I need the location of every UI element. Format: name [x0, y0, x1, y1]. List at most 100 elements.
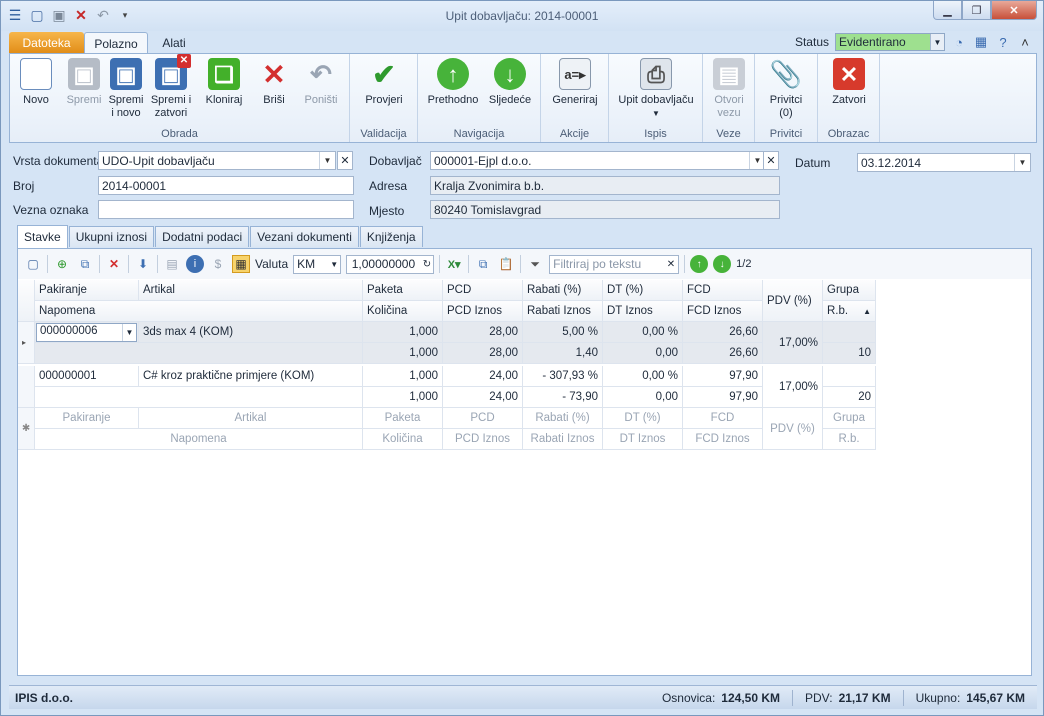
info-icon[interactable]: i — [186, 255, 204, 273]
generiraj-button[interactable]: a=▸ Generiraj — [549, 58, 601, 107]
filter-input[interactable]: Filtriraj po tekstu ✕ — [549, 254, 680, 274]
copy-row-icon[interactable]: ⧉ — [76, 255, 94, 273]
copy-icon[interactable]: ⧉ — [474, 255, 492, 273]
valuta-select[interactable]: KM ▼ — [293, 254, 342, 274]
status-select[interactable]: Evidentirano ▼ — [835, 33, 945, 51]
col-napomena[interactable]: Napomena — [35, 301, 363, 322]
row2-pcd-iznos[interactable]: 24,00 — [443, 387, 523, 408]
row1-napomena[interactable] — [35, 343, 363, 364]
delete-row-icon[interactable]: ✕ — [105, 255, 123, 273]
calculator-icon[interactable]: ▦ — [973, 34, 989, 50]
new-row-fcd-iznos[interactable]: FCD Iznos — [683, 429, 763, 450]
col-rabati-iznos[interactable]: Rabati Iznos — [523, 301, 603, 322]
new-row-pcd-iznos[interactable]: PCD Iznos — [443, 429, 523, 450]
col-pakiranje[interactable]: Pakiranje — [35, 280, 139, 301]
row1-dt[interactable]: 0,00 % — [603, 322, 683, 343]
tab-alati[interactable]: Alati — [148, 32, 200, 54]
chevron-down-icon[interactable]: ▼ — [122, 323, 136, 341]
pakiranje-editor[interactable]: 000000006 ▼ — [36, 322, 137, 342]
row1-fcd-iznos[interactable]: 26,60 — [683, 343, 763, 364]
maximize-button[interactable]: ❐ — [962, 1, 991, 20]
minimize-button[interactable]: ▁ — [933, 1, 962, 20]
filter-icon[interactable]: ⏷ — [526, 255, 544, 273]
row1-pcd-iznos[interactable]: 28,00 — [443, 343, 523, 364]
new-row-rabati-iznos[interactable]: Rabati Iznos — [523, 429, 603, 450]
row2-fcd-iznos[interactable]: 97,90 — [683, 387, 763, 408]
new-row-artikal[interactable]: Artikal — [139, 408, 363, 429]
new-row-fcd[interactable]: FCD — [683, 408, 763, 429]
row1-rabati-iznos[interactable]: 1,40 — [523, 343, 603, 364]
row1-artikal[interactable]: 3ds max 4 (KOM) — [139, 322, 363, 343]
new-row-dt-iznos[interactable]: DT Iznos — [603, 429, 683, 450]
new-row-pcd[interactable]: PCD — [443, 408, 523, 429]
row2-rabati[interactable]: - 307,93 % — [523, 366, 603, 387]
new-row-dt[interactable]: DT (%) — [603, 408, 683, 429]
row1-rb[interactable]: 10 — [823, 343, 876, 364]
clear-vrsta-icon[interactable]: ✕ — [337, 151, 353, 170]
col-dt-iznos[interactable]: DT Iznos — [603, 301, 683, 322]
row1-paketa[interactable]: 1,000 — [363, 322, 443, 343]
col-rabati[interactable]: Rabati (%) — [523, 280, 603, 301]
row2-rabati-iznos[interactable]: - 73,90 — [523, 387, 603, 408]
spremi-i-zatvori-button[interactable]: ▣ ✕ Spremi i zatvori — [150, 54, 192, 120]
col-artikal[interactable]: Artikal — [139, 280, 363, 301]
chevron-down-icon[interactable]: ▼ — [319, 152, 335, 169]
tab-knjizenja[interactable]: Knjiženja — [359, 226, 423, 247]
chevron-down-icon[interactable]: ▼ — [1014, 154, 1030, 171]
row-indicator[interactable] — [18, 366, 35, 408]
col-fcd-iznos[interactable]: FCD Iznos — [683, 301, 763, 322]
add-row-icon[interactable]: ⊕ — [53, 255, 71, 273]
collapse-ribbon-icon[interactable]: ˄ — [1017, 34, 1033, 50]
sljedece-button[interactable]: ↓ Sljedeće — [486, 58, 534, 107]
ponisti-button[interactable]: ↶ Poništi — [300, 58, 342, 107]
row2-rb[interactable]: 20 — [823, 387, 876, 408]
otvori-vezu-button[interactable]: ▤ Otvori vezu — [709, 58, 749, 120]
datum-field[interactable]: 03.12.2014 ▼ — [857, 153, 1031, 172]
row1-dt-iznos[interactable]: 0,00 — [603, 343, 683, 364]
row2-grupa[interactable] — [823, 366, 876, 387]
spremi-button[interactable]: ▣ Spremi — [64, 58, 104, 107]
new-row-pakiranje[interactable]: Pakiranje — [35, 408, 139, 429]
arrow-up-icon[interactable]: ↑ — [690, 255, 709, 273]
col-fcd[interactable]: FCD — [683, 280, 763, 301]
col-pdv[interactable]: PDV (%) — [763, 280, 823, 322]
row1-grupa[interactable] — [823, 322, 876, 343]
new-row-asterisk-icon[interactable]: ✱ — [18, 408, 35, 450]
row2-dt-iznos[interactable]: 0,00 — [603, 387, 683, 408]
col-rb[interactable]: R.b. ▲ — [823, 301, 876, 322]
clear-dobavljac-icon[interactable]: ✕ — [763, 151, 779, 170]
row1-kolicina[interactable]: 1,000 — [363, 343, 443, 364]
row2-fcd[interactable]: 97,90 — [683, 366, 763, 387]
spremi-i-novo-button[interactable]: ▣ Spremi i novo — [106, 58, 146, 120]
chevron-down-icon[interactable]: ▼ — [930, 34, 944, 50]
provjeri-button[interactable]: ✔ Provjeri — [362, 58, 406, 107]
arrow-down-icon[interactable]: ↓ — [713, 255, 732, 273]
row1-rabati[interactable]: 5,00 % — [523, 322, 603, 343]
col-pcd[interactable]: PCD — [443, 280, 523, 301]
col-dt[interactable]: DT (%) — [603, 280, 683, 301]
row2-artikal[interactable]: C# kroz praktične primjere (KOM) — [139, 366, 363, 387]
col-pcd-iznos[interactable]: PCD Iznos — [443, 301, 523, 322]
new-row-paketa[interactable]: Paketa — [363, 408, 443, 429]
help-icon[interactable]: ? — [995, 34, 1011, 50]
privitci-button[interactable]: 📎 Privitci (0) — [763, 58, 809, 120]
row2-pdv[interactable]: 17,00% — [763, 366, 823, 408]
broj-field[interactable]: 2014-00001 — [98, 176, 354, 195]
paste-icon[interactable]: 📋 — [497, 255, 515, 273]
row2-pakiranje[interactable]: 000000001 — [35, 366, 139, 387]
new-row-kolicina[interactable]: Količina — [363, 429, 443, 450]
novo-button[interactable]: Novo — [18, 58, 54, 107]
tab-dodatni-podaci[interactable]: Dodatni podaci — [155, 226, 250, 247]
row2-kolicina[interactable]: 1,000 — [363, 387, 443, 408]
row2-napomena[interactable] — [35, 387, 363, 408]
new-row-grupa[interactable]: Grupa — [823, 408, 876, 429]
row-indicator-current[interactable]: ▸ — [18, 322, 35, 364]
col-grupa[interactable]: Grupa — [823, 280, 876, 301]
row1-fcd[interactable]: 26,60 — [683, 322, 763, 343]
tab-vezani-dokumenti[interactable]: Vezani dokumenti — [250, 226, 359, 247]
row1-pcd[interactable]: 28,00 — [443, 322, 523, 343]
prethodno-button[interactable]: ↑ Prethodno — [426, 58, 480, 107]
refresh-icon[interactable]: ↻ — [423, 259, 431, 270]
brisi-button[interactable]: ✕ Briši — [256, 58, 292, 107]
new-row-pdv[interactable]: PDV (%) — [763, 408, 823, 450]
